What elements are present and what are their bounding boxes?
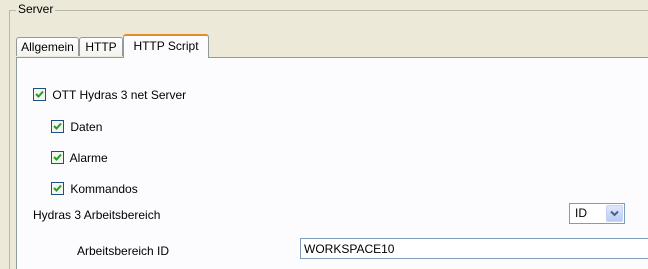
- checkmark-icon: [35, 90, 44, 98]
- workspace-mode-value: ID: [575, 206, 587, 220]
- server-settings-dialog: Server Allgemein HTTP HTTP Script OTT Hy…: [0, 0, 648, 269]
- server-checkbox[interactable]: [33, 88, 46, 101]
- alarme-checkbox-label: Alarme: [69, 151, 108, 165]
- checkmark-icon: [53, 122, 62, 130]
- kommandos-checkbox-label: Kommandos: [70, 182, 138, 196]
- workspace-mode-select[interactable]: ID: [569, 203, 625, 224]
- server-checkbox-label: OTT Hydras 3 net Server: [52, 88, 187, 102]
- daten-checkbox-label: Daten: [70, 120, 103, 134]
- kommandos-checkbox[interactable]: [51, 182, 64, 195]
- checkmark-icon: [53, 184, 62, 192]
- tab-http-script[interactable]: HTTP Script: [123, 34, 209, 58]
- chevron-down-icon: [610, 210, 619, 217]
- kommandos-checkbox-row[interactable]: Kommandos: [51, 181, 138, 197]
- daten-checkbox-row[interactable]: Daten: [51, 119, 102, 135]
- daten-checkbox[interactable]: [51, 120, 64, 133]
- alarme-checkbox[interactable]: [51, 151, 64, 164]
- tab-http[interactable]: HTTP: [79, 37, 123, 56]
- alarme-checkbox-row[interactable]: Alarme: [51, 150, 108, 166]
- tab-allgemein[interactable]: Allgemein: [16, 37, 79, 56]
- checkmark-icon: [53, 153, 62, 161]
- workspace-id-input[interactable]: [300, 238, 648, 259]
- dropdown-button[interactable]: [606, 205, 623, 222]
- server-group-title: Server: [16, 2, 56, 16]
- server-checkbox-row[interactable]: OTT Hydras 3 net Server: [33, 87, 186, 103]
- workspace-label: Hydras 3 Arbeitsbereich: [33, 208, 161, 222]
- workspace-id-label: Arbeitsbereich ID: [77, 244, 170, 258]
- http-script-panel: OTT Hydras 3 net Server Daten Alarme Kom…: [16, 57, 648, 269]
